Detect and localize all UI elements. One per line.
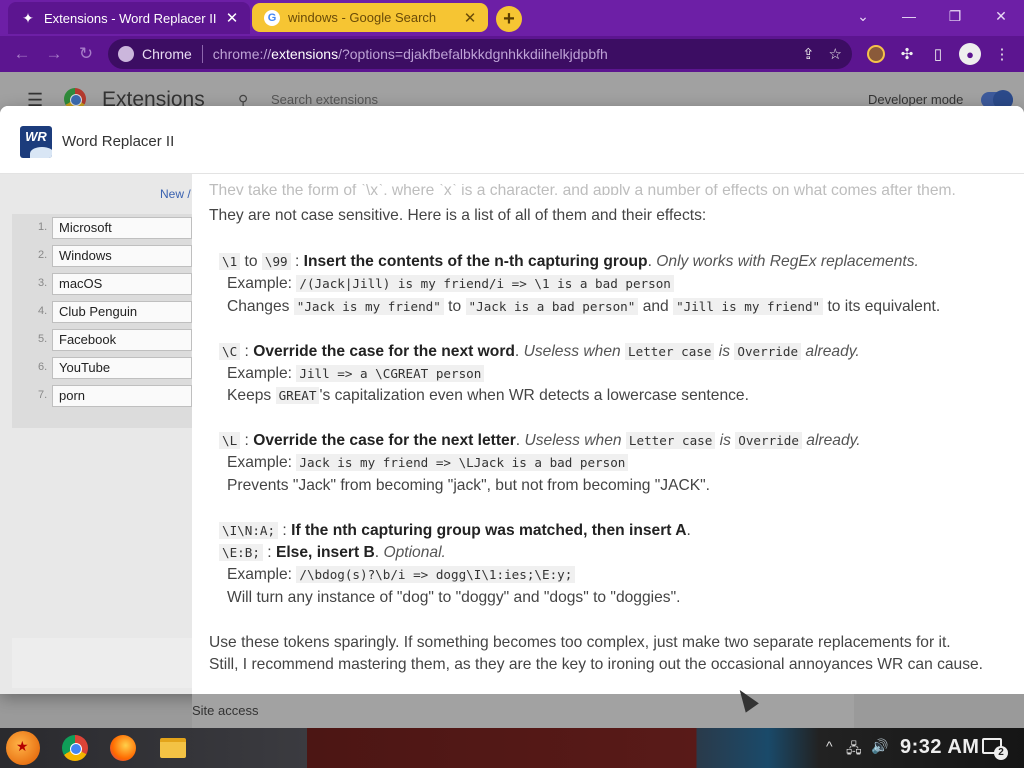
- list-item[interactable]: 6. YouTube: [12, 354, 192, 382]
- close-tab-icon[interactable]: ✕: [460, 8, 480, 28]
- tab-strip: ✦ Extensions - Word Replacer II ✕ G wind…: [0, 0, 1024, 36]
- help-outro: Still, I recommend mastering them, as th…: [209, 656, 984, 673]
- divider: [201, 45, 203, 63]
- side-panel-icon[interactable]: ▯: [926, 42, 950, 66]
- replacement-list: 1. Microsoft 2. Windows 3. macOS 4. Club Pen…: [12, 214, 192, 428]
- help-intro: They are not case sensitive. Here is a l…: [209, 207, 707, 224]
- chrome-taskbar-icon[interactable]: [62, 735, 88, 761]
- clock[interactable]: 9:32 AM: [900, 736, 979, 759]
- replacement-field[interactable]: porn: [52, 385, 192, 407]
- notification-badge: 2: [994, 746, 1008, 760]
- url-host: extensions: [271, 46, 339, 62]
- new-tab-button[interactable]: +: [496, 6, 522, 32]
- extensions-puzzle-icon[interactable]: ✣: [895, 42, 919, 66]
- show-hidden-icons-icon[interactable]: ^: [826, 738, 833, 754]
- puzzle-icon: ✦: [22, 9, 34, 26]
- list-item[interactable]: 7. porn: [12, 382, 192, 410]
- list-item[interactable]: 4. Club Penguin: [12, 298, 192, 326]
- replacement-field[interactable]: Club Penguin: [52, 301, 192, 323]
- token-description: Changes "Jack is my friend" to "Jack is …: [227, 298, 941, 315]
- developer-mode-label: Developer mode: [868, 92, 964, 107]
- token-example: Example: /\bdog(s)?\b/i => dogg\I\1:ies;…: [227, 566, 576, 584]
- list-item[interactable]: 1. Microsoft: [12, 214, 192, 242]
- bookmark-star-icon[interactable]: ☆: [829, 45, 842, 63]
- site-label: Chrome: [142, 46, 192, 62]
- token-heading: \I\N:A; : If the nth capturing group was…: [219, 522, 691, 540]
- profile-extension-icon[interactable]: [864, 42, 888, 66]
- url-text[interactable]: chrome://extensions/?options=djakfbefalb…: [213, 46, 608, 62]
- address-bar[interactable]: Chrome chrome://extensions/?options=djak…: [108, 39, 852, 69]
- new-replacement-link[interactable]: New /: [160, 187, 191, 201]
- taskbar: ^ 🖧 🔊 9:32 AM 2: [0, 728, 1024, 768]
- token-example: Example: /(Jack|Jill) is my friend/i => …: [227, 275, 674, 293]
- chrome-icon: [118, 46, 134, 62]
- replacement-field[interactable]: Facebook: [52, 329, 192, 351]
- replacement-field[interactable]: Microsoft: [52, 217, 192, 239]
- options-dialog: WR Word Replacer II New / 1. Microsoft 2.…: [0, 106, 1024, 694]
- close-window-button[interactable]: ✕: [978, 4, 1024, 28]
- token-example: Example: Jill => a \CGREAT person: [227, 365, 485, 383]
- google-icon: G: [264, 9, 280, 26]
- tab-google-search[interactable]: G windows - Google Search ✕: [252, 3, 488, 32]
- page-background: [854, 694, 1024, 728]
- list-item[interactable]: 2. Windows: [12, 242, 192, 270]
- dialog-title: Word Replacer II: [62, 133, 175, 150]
- more-menu-icon[interactable]: ⋮: [990, 42, 1014, 66]
- start-button[interactable]: [6, 731, 40, 765]
- word-replacer-logo-icon: WR: [20, 126, 52, 158]
- profile-avatar[interactable]: ●: [958, 42, 982, 66]
- url-rest: /?options=djakfbefalbkkdgnhkkdiihelkjdpb…: [338, 46, 608, 62]
- token-heading: \C : Override the case for the next word…: [219, 343, 860, 361]
- network-icon[interactable]: 🖧: [846, 738, 862, 762]
- reload-icon[interactable]: ↻: [74, 42, 98, 66]
- share-icon[interactable]: ⇪: [802, 45, 815, 63]
- help-panel: They take the form of `\x`, where `x` is…: [192, 174, 1024, 694]
- back-icon[interactable]: ←: [10, 42, 34, 66]
- panel-footer: [12, 638, 192, 688]
- volume-icon[interactable]: 🔊: [871, 738, 888, 755]
- firefox-taskbar-icon[interactable]: [110, 735, 136, 761]
- list-item[interactable]: 5. Facebook: [12, 326, 192, 354]
- minimize-button[interactable]: —: [886, 4, 932, 28]
- browser-toolbar: ← → ↻ Chrome chrome://extensions/?option…: [0, 36, 1024, 72]
- site-chip[interactable]: Chrome: [108, 46, 192, 62]
- dialog-header: WR Word Replacer II: [0, 106, 1024, 174]
- tab-search-icon[interactable]: ⌄: [840, 4, 886, 28]
- token-description: Will turn any instance of "dog" to "dogg…: [227, 589, 681, 606]
- file-explorer-icon[interactable]: [160, 738, 186, 758]
- replacements-panel: New / 1. Microsoft 2. Windows 3. macOS 4. Cl…: [0, 174, 192, 694]
- help-cut-line: They take the form of `\x`, where `x` is…: [209, 184, 956, 195]
- notification-center-icon[interactable]: 2: [982, 738, 1008, 760]
- token-description: Keeps GREAT's capitalization even when W…: [227, 387, 749, 404]
- restore-button[interactable]: ❐: [932, 4, 978, 28]
- replacement-field[interactable]: Windows: [52, 245, 192, 267]
- tab-title: windows - Google Search: [288, 10, 437, 25]
- tab-title: Extensions - Word Replacer II: [44, 10, 217, 26]
- token-heading: \E:B; : Else, insert B. Optional.: [219, 544, 446, 562]
- list-item[interactable]: 3. macOS: [12, 270, 192, 298]
- replacement-field[interactable]: macOS: [52, 273, 192, 295]
- url-scheme: chrome://: [212, 46, 272, 62]
- close-tab-icon[interactable]: ✕: [222, 8, 242, 28]
- search-input[interactable]: Search extensions: [271, 92, 378, 107]
- forward-icon[interactable]: →: [42, 42, 66, 66]
- token-heading: \L : Override the case for the next lett…: [219, 432, 861, 450]
- token-description: Prevents "Jack" from becoming "jack", bu…: [227, 477, 711, 494]
- replacement-field[interactable]: YouTube: [52, 357, 192, 379]
- token-example: Example: Jack is my friend => \LJack is …: [227, 454, 629, 472]
- help-outro: Use these tokens sparingly. If something…: [209, 634, 951, 651]
- token-heading: \1 to \99 : Insert the contents of the n…: [219, 253, 919, 271]
- site-access-label: Site access: [192, 703, 259, 718]
- tab-extensions[interactable]: ✦ Extensions - Word Replacer II ✕: [8, 2, 250, 34]
